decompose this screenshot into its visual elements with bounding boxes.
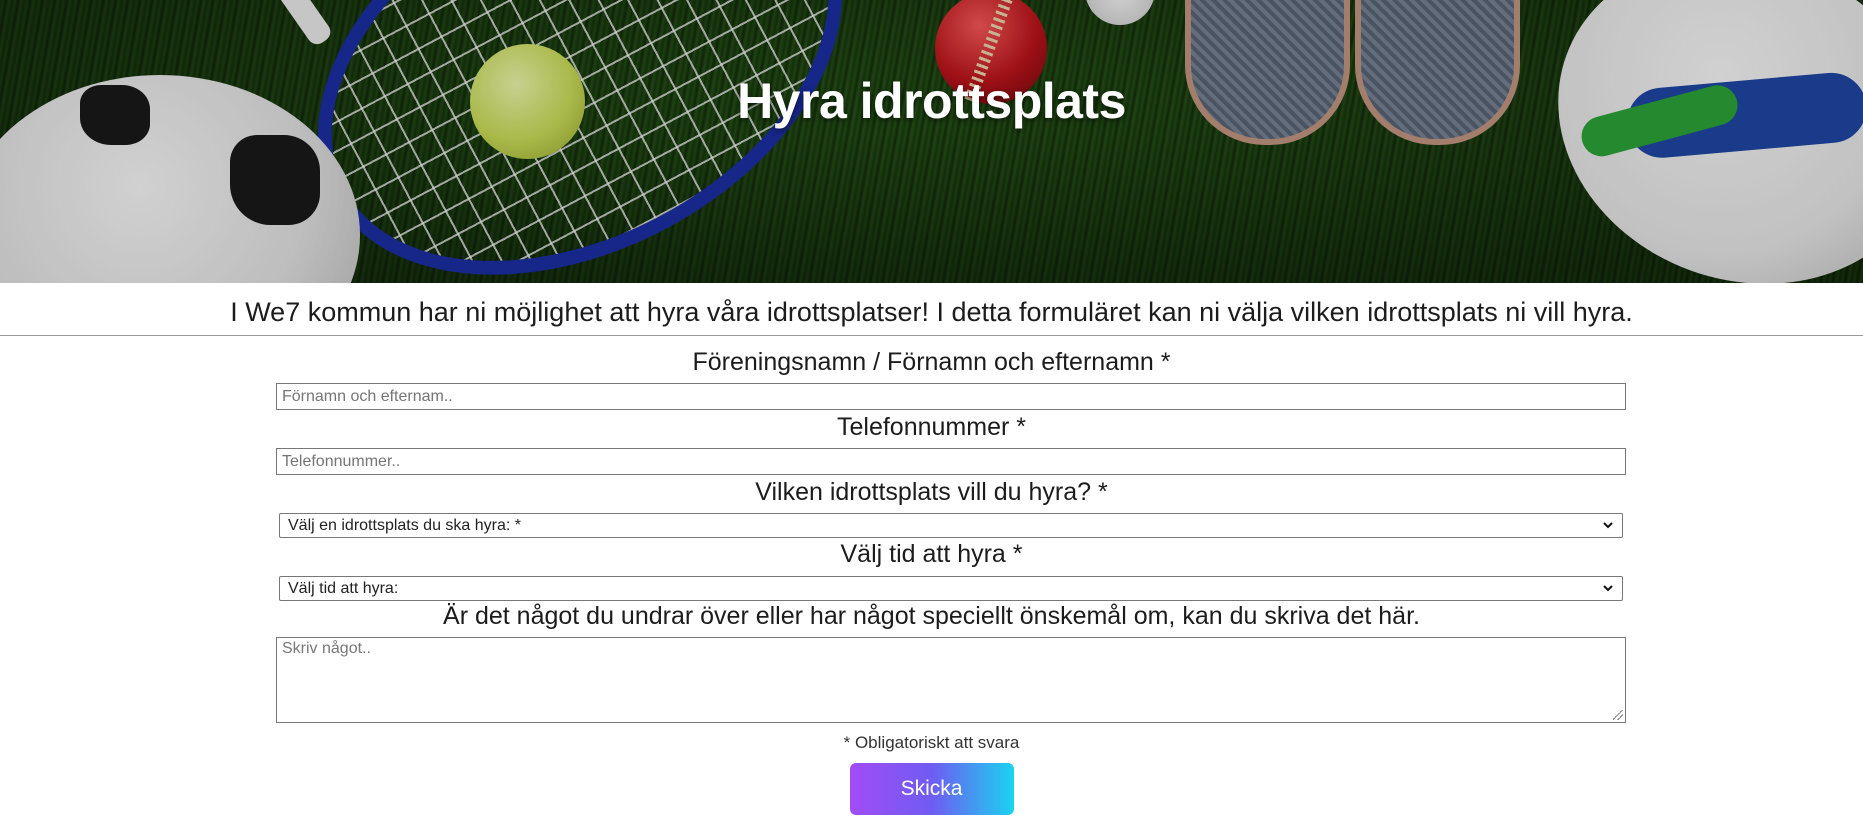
phone-label: Telefonnummer * bbox=[837, 413, 1026, 441]
name-input[interactable] bbox=[276, 383, 1626, 410]
intro-text: I We7 kommun har ni möjlighet att hyra v… bbox=[0, 283, 1863, 336]
chevron-down-icon bbox=[1602, 577, 1614, 607]
required-note: * Obligatoriskt att svara bbox=[843, 733, 1020, 752]
chevron-down-icon bbox=[1602, 514, 1614, 544]
time-select-value: Välj tid att hyra: bbox=[288, 580, 399, 597]
venue-label: Vilken idrottsplats vill du hyra? * bbox=[755, 478, 1108, 506]
hero-overlay bbox=[0, 0, 1863, 283]
message-placeholder: Skriv något.. bbox=[282, 640, 371, 657]
message-label: Är det något du undrar över eller har nå… bbox=[443, 602, 1420, 630]
time-select[interactable]: Välj tid att hyra: bbox=[279, 576, 1623, 601]
resize-grip-icon[interactable] bbox=[1613, 710, 1623, 720]
message-textarea[interactable]: Skriv något.. bbox=[276, 637, 1626, 723]
submit-button[interactable]: Skicka bbox=[849, 763, 1014, 815]
hero-banner: Hyra idrottsplats bbox=[0, 0, 1863, 283]
rental-form: Föreningsnamn / Förnamn och efternamn * … bbox=[0, 348, 1863, 815]
time-label: Välj tid att hyra * bbox=[840, 540, 1023, 568]
submit-wrap: Skicka bbox=[0, 763, 1863, 815]
phone-input[interactable] bbox=[276, 448, 1626, 475]
page-title: Hyra idrottsplats bbox=[737, 73, 1126, 129]
venue-select[interactable]: Välj en idrottsplats du ska hyra: * bbox=[279, 513, 1623, 538]
name-label: Föreningsnamn / Förnamn och efternamn * bbox=[692, 348, 1171, 376]
venue-select-value: Välj en idrottsplats du ska hyra: * bbox=[288, 517, 522, 534]
